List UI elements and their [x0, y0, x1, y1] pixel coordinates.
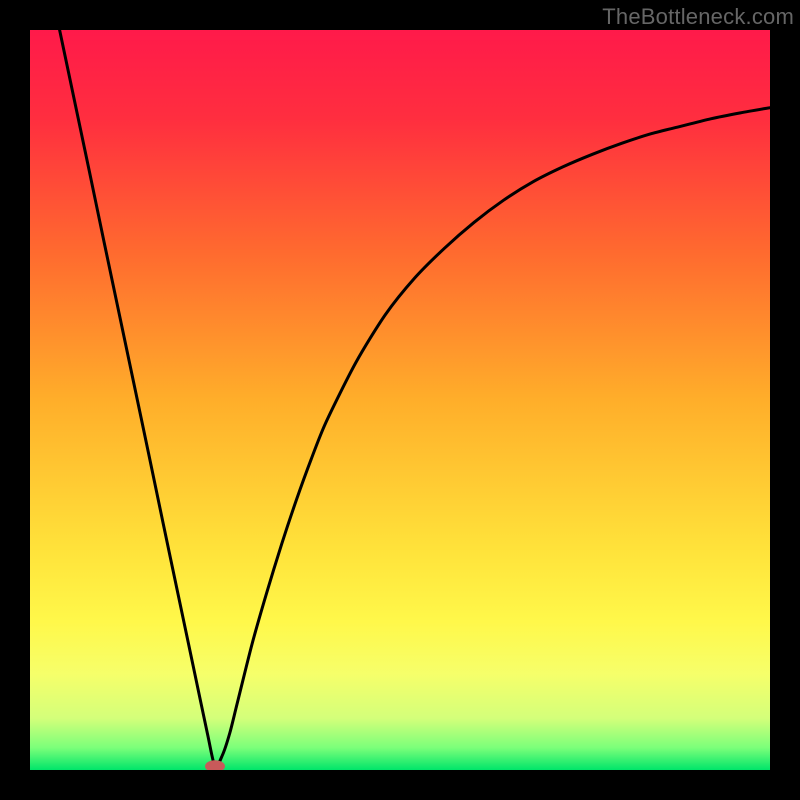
plot-area — [30, 30, 770, 770]
chart-svg — [30, 30, 770, 770]
gradient-background — [30, 30, 770, 770]
chart-frame: TheBottleneck.com — [0, 0, 800, 800]
watermark-text: TheBottleneck.com — [602, 4, 794, 30]
